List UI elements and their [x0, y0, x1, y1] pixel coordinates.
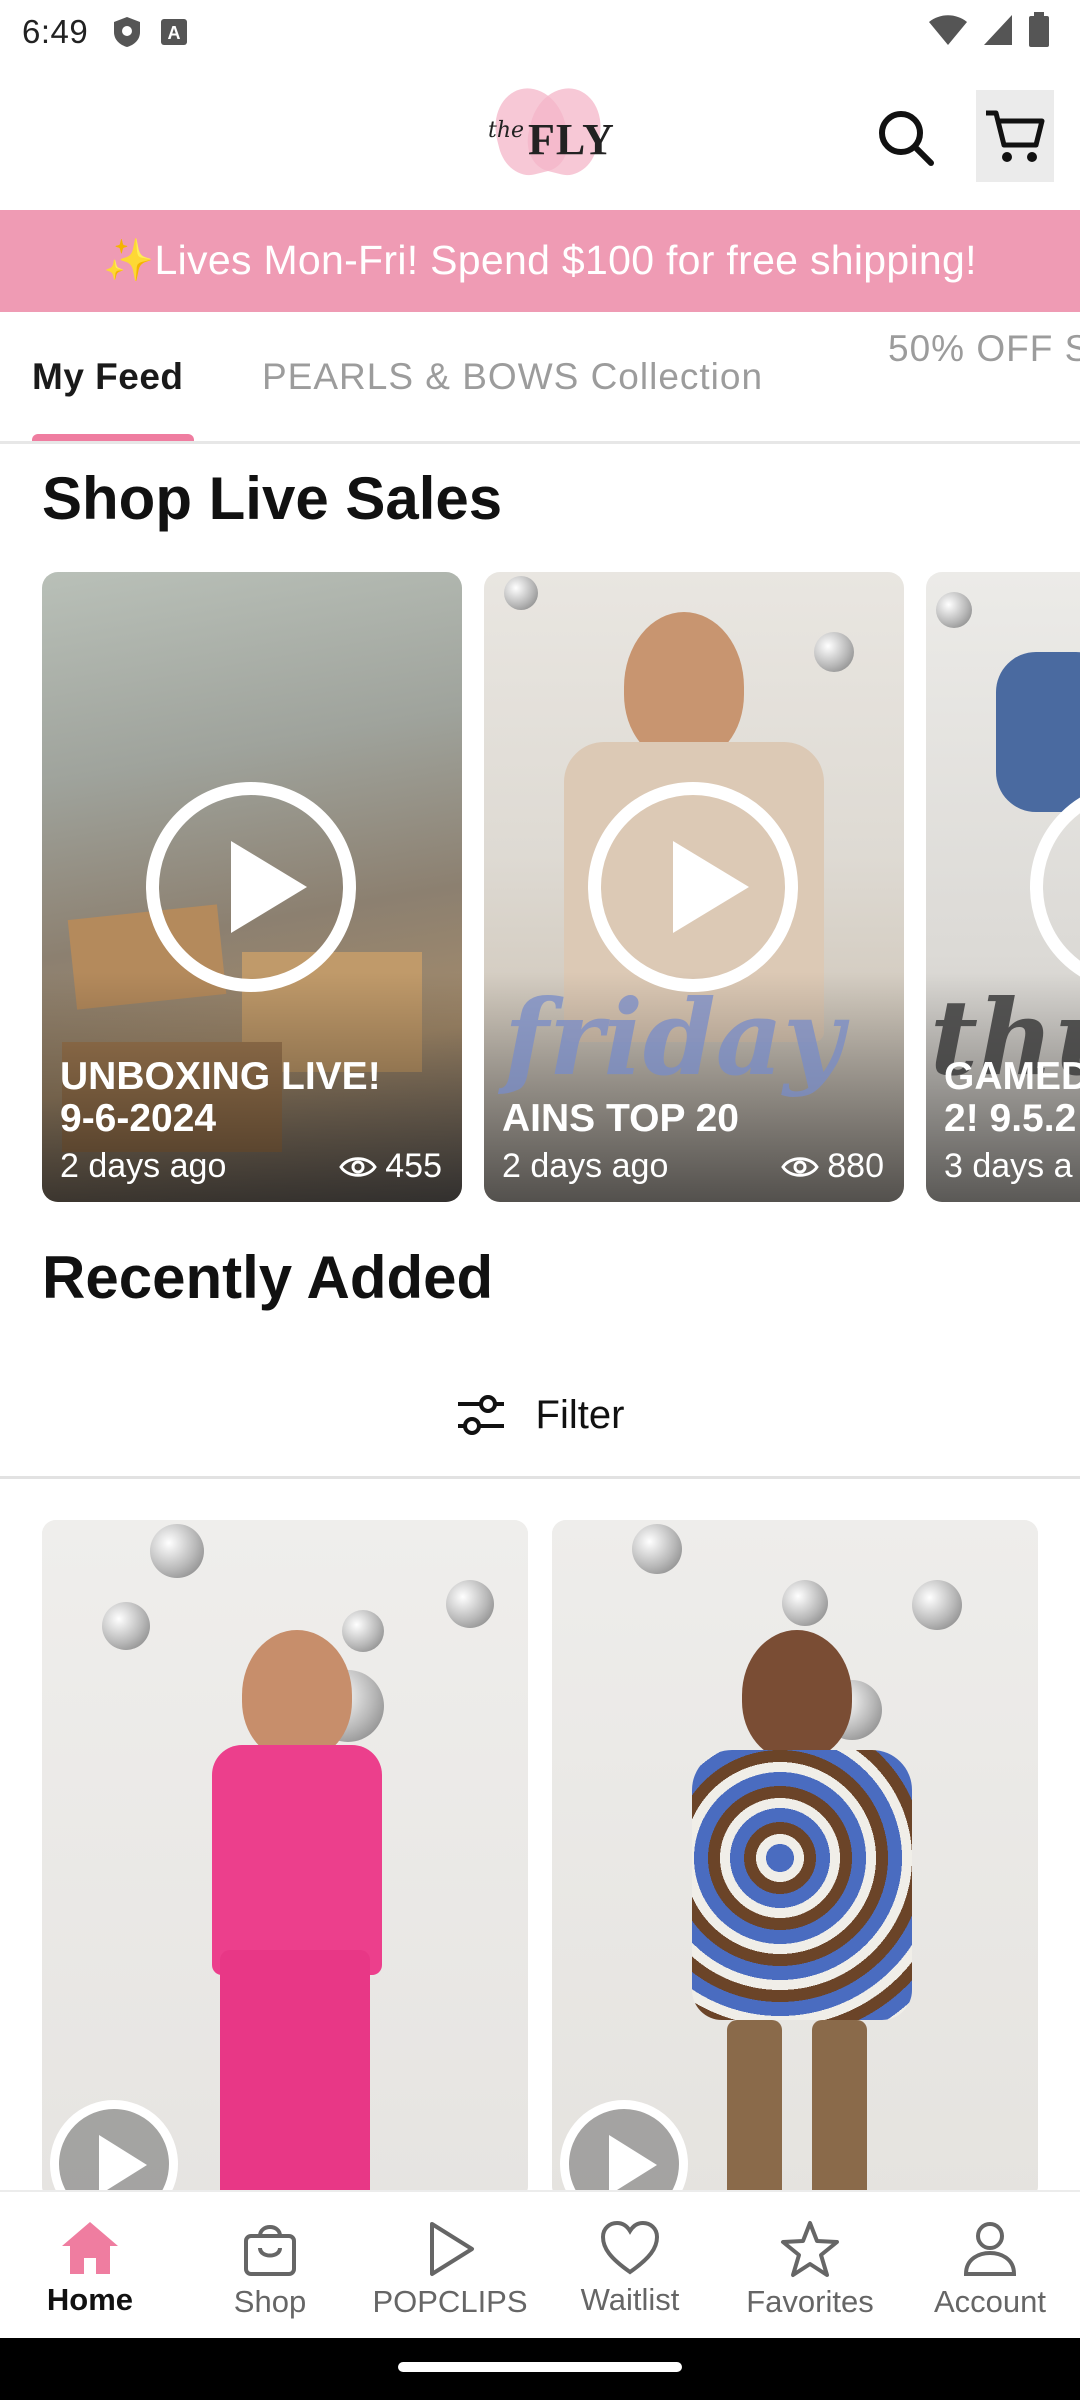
nav-waitlist-label: Waitlist — [580, 2282, 680, 2317]
star-icon — [781, 2221, 839, 2277]
live-card-title: AINS TOP 20 — [502, 1097, 739, 1140]
logo-text: FLY — [528, 115, 615, 164]
battery-icon — [1029, 12, 1049, 47]
category-tabs: My Feed PEARLS & BOWS Collection 50% OFF… — [0, 312, 1080, 444]
filter-button[interactable]: Filter — [0, 1355, 1080, 1479]
cart-button[interactable] — [976, 90, 1054, 182]
nav-shop[interactable]: Shop — [180, 2192, 360, 2340]
live-card-age: 2 days ago — [502, 1147, 669, 1185]
gesture-bar — [0, 2338, 1080, 2400]
cart-icon — [986, 110, 1045, 162]
live-card[interactable]: UNBOXING LIVE! 9-6-2024 2 days ago 455 — [42, 572, 462, 1202]
tab-my-feed[interactable]: My Feed — [32, 356, 184, 398]
tab-50-off[interactable]: 50% OFF S — [888, 328, 1080, 370]
play-icon[interactable] — [588, 782, 798, 992]
product-card[interactable] — [552, 1520, 1038, 2200]
keyboard-a-icon: A — [161, 19, 188, 45]
live-card-title: GAMED 2! 9.5.2 — [944, 1055, 1080, 1140]
shopping-bag-icon — [244, 2225, 296, 2276]
status-time: 6:49 — [22, 13, 89, 50]
tab-indicator — [32, 434, 194, 441]
logo-prefix: the — [488, 118, 525, 143]
live-card-views: 880 — [827, 1147, 884, 1185]
recently-added-title: Recently Added — [42, 1244, 494, 1311]
wifi-icon — [929, 15, 967, 45]
nav-favorites-label: Favorites — [746, 2284, 874, 2319]
live-card-overlay-text: friday — [504, 976, 844, 1099]
eye-icon — [781, 1156, 820, 1177]
shield-icon — [114, 17, 141, 47]
nav-popclips[interactable]: POPCLIPS — [360, 2192, 540, 2340]
search-button[interactable] — [872, 104, 940, 172]
app-header: the FLY — [0, 64, 1080, 210]
nav-waitlist[interactable]: Waitlist — [540, 2192, 720, 2340]
nav-account-label: Account — [933, 2284, 1046, 2319]
person-icon — [963, 2222, 1017, 2276]
brand-logo[interactable]: the FLY — [478, 80, 614, 184]
svg-text:A: A — [168, 23, 181, 43]
status-bar: 6:49 A — [0, 0, 1080, 64]
nav-home[interactable]: Home — [0, 2192, 180, 2340]
product-card[interactable] — [42, 1520, 528, 2200]
eye-icon — [339, 1156, 378, 1177]
play-icon[interactable] — [146, 782, 356, 992]
home-gesture-pill[interactable] — [398, 2362, 682, 2372]
nav-account[interactable]: Account — [900, 2192, 1080, 2340]
live-sales-title: Shop Live Sales — [42, 465, 503, 532]
play-icon — [430, 2222, 474, 2276]
live-sales-carousel[interactable]: UNBOXING LIVE! 9-6-2024 2 days ago 455 f… — [0, 572, 1080, 1204]
live-card-age: 3 days a — [944, 1147, 1073, 1185]
nav-popclips-label: POPCLIPS — [372, 2284, 528, 2319]
filter-label: Filter — [535, 1393, 625, 1437]
signal-icon — [984, 15, 1012, 45]
tab-pearls-bows[interactable]: PEARLS & BOWS Collection — [262, 356, 763, 398]
promo-text: ✨Lives Mon-Fri! Spend $100 for free ship… — [103, 237, 977, 283]
live-card[interactable]: friday AINS TOP 20 2 days ago 880 — [484, 572, 904, 1202]
nav-home-label: Home — [46, 2282, 134, 2317]
live-card-title: UNBOXING LIVE! 9-6-2024 — [60, 1055, 381, 1140]
search-icon — [879, 111, 934, 166]
nav-favorites[interactable]: Favorites — [720, 2192, 900, 2340]
heart-icon — [600, 2220, 660, 2275]
bottom-navigation: Home Shop POPCLIPS Waitlist Favorites Ac… — [0, 2190, 1080, 2338]
home-icon — [62, 2222, 118, 2274]
sliders-icon — [457, 1394, 504, 1435]
promo-banner[interactable]: ✨Lives Mon-Fri! Spend $100 for free ship… — [0, 210, 1080, 312]
live-card-views: 455 — [385, 1147, 442, 1185]
nav-shop-label: Shop — [233, 2284, 307, 2319]
live-card[interactable]: thu GAMED 2! 9.5.2 3 days a — [926, 572, 1080, 1202]
live-card-age: 2 days ago — [60, 1147, 227, 1185]
